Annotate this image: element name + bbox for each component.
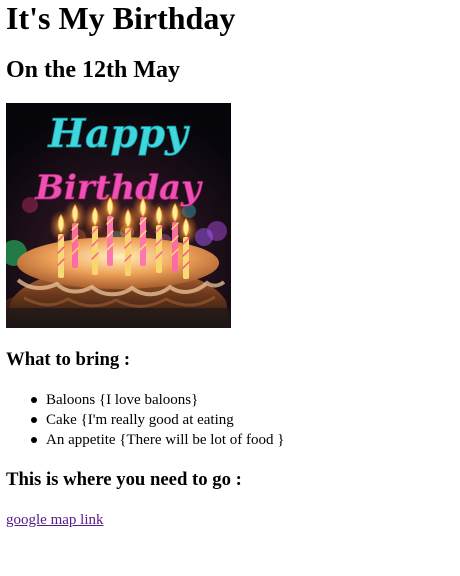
location-heading: This is where you need to go : (6, 469, 242, 490)
bring-heading: What to bring : (6, 349, 131, 370)
happy-banner-text: Happy (47, 111, 190, 157)
birthday-cake-illustration: Happy Birthday (6, 103, 231, 328)
birthday-image: Happy Birthday (6, 103, 231, 328)
birthday-date: On the 12th May (6, 57, 180, 83)
google-map-link[interactable]: google map link (6, 510, 104, 530)
bring-list-item: Baloons {I love baloons} (31, 390, 285, 410)
bring-list-item: Cake {I'm really good at eating (31, 410, 285, 430)
bring-list: Baloons {I love baloons} Cake {I'm reall… (6, 390, 285, 450)
page-title: It's My Birthday (6, 0, 236, 36)
bring-list-item: An appetite {There will be lot of food } (31, 432, 285, 448)
